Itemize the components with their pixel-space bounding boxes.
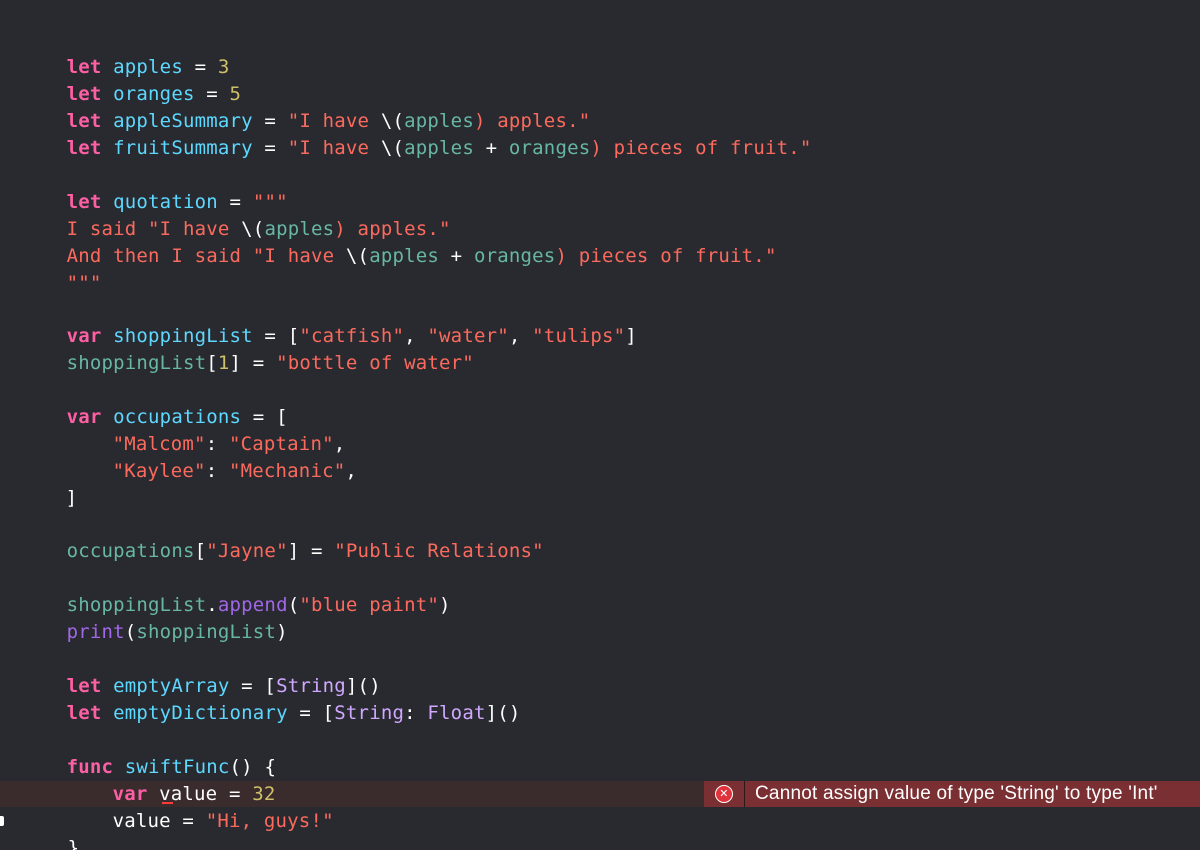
- code-line-17[interactable]: ]: [19, 458, 77, 509]
- string-token: "Mechanic": [228, 460, 346, 482]
- identifier-token: shoppingList: [136, 621, 277, 643]
- code-line-12[interactable]: shoppingList[1] = "bottle of water": [20, 323, 474, 374]
- punctuation-token: ,: [345, 460, 357, 482]
- string-token: "I have: [287, 137, 381, 159]
- punctuation-token: ](): [485, 702, 521, 724]
- identifier-token: oranges: [473, 245, 556, 267]
- punctuation-token: (: [124, 621, 137, 643]
- code-line-22[interactable]: print(shoppingList): [20, 592, 288, 643]
- interpolation-token: \(: [345, 245, 370, 267]
- code-line-28[interactable]: var value = 32: [66, 754, 276, 805]
- identifier-token: value =: [112, 810, 206, 832]
- string-token: "Jayne": [206, 540, 288, 562]
- identifier-token: shoppingList: [66, 352, 207, 374]
- type-token: String: [334, 702, 405, 724]
- code-line-1[interactable]: let apples = 3: [20, 27, 230, 78]
- punctuation-token: (: [287, 594, 300, 616]
- operator-token: = [: [287, 702, 335, 724]
- operator-token: +: [473, 137, 509, 159]
- punctuation-token: ]: [625, 325, 637, 347]
- breakpoint-marker-icon[interactable]: [0, 816, 4, 826]
- code-line-27[interactable]: func swiftFunc() {: [20, 727, 276, 778]
- code-line-7[interactable]: I said "I have \(apples) apples.": [20, 189, 451, 240]
- error-icon-container[interactable]: ✕: [704, 781, 745, 807]
- code-line-25[interactable]: let emptyDictionary = [String: Float](): [20, 673, 521, 724]
- number-token: 1: [217, 352, 230, 374]
- identifier-token: apples: [369, 245, 440, 267]
- punctuation-token: ]: [65, 487, 78, 509]
- string-token: And then I said "I have: [66, 245, 346, 267]
- identifier-token: apples: [404, 137, 474, 159]
- code-line-19[interactable]: occupations["Jayne"] = "Public Relations…: [20, 511, 544, 562]
- identifier-token: fruitSummary: [113, 137, 253, 159]
- punctuation-token: :: [404, 702, 428, 724]
- string-token: "Public Relations": [334, 540, 544, 562]
- identifier-token: emptyDictionary: [113, 702, 288, 724]
- operator-token: =: [252, 137, 288, 159]
- punctuation-token: [: [206, 352, 218, 374]
- code-line-14[interactable]: var occupations = [: [20, 377, 288, 428]
- string-token: "blue paint": [299, 594, 440, 616]
- string-token: "tulips": [532, 325, 626, 347]
- string-token: "bottle of water": [276, 352, 474, 374]
- code-line-4[interactable]: let fruitSummary = "I have \(apples + or…: [20, 108, 812, 159]
- punctuation-token: :: [205, 460, 229, 482]
- code-line-16[interactable]: "Kaylee": "Mechanic",: [66, 431, 357, 482]
- string-token: "Hi, guys!": [205, 810, 334, 832]
- error-underline: [162, 802, 173, 804]
- operator-token: +: [439, 245, 474, 267]
- code-line-2[interactable]: let oranges = 5: [20, 54, 241, 105]
- punctuation-token: ,: [508, 325, 533, 347]
- code-editor[interactable]: let apples = 3 let oranges = 5 let apple…: [0, 0, 1200, 850]
- code-line-8[interactable]: And then I said "I have \(apples + orang…: [20, 216, 777, 267]
- code-line-11[interactable]: var shoppingList = ["catfish", "water", …: [20, 296, 637, 347]
- string-token: ) pieces of fruit.": [555, 245, 777, 267]
- string-token: """: [66, 272, 102, 294]
- keyword-token: let: [66, 702, 102, 724]
- code-line-29-error[interactable]: value = "Hi, guys!": [66, 781, 334, 832]
- error-message: Cannot assign value of type 'String' to …: [755, 783, 1158, 804]
- code-line-24[interactable]: let emptyArray = [String](): [20, 646, 381, 697]
- punctuation-token: [: [194, 540, 207, 562]
- type-token: Float: [427, 702, 486, 724]
- punctuation-token: }: [67, 837, 80, 850]
- function-call-token: print: [66, 621, 125, 643]
- code-line-6[interactable]: let quotation = """: [20, 162, 288, 213]
- punctuation-token: ): [276, 621, 288, 643]
- code-line-9[interactable]: """: [20, 243, 102, 294]
- operator-token: ] =: [229, 352, 277, 374]
- identifier-token: oranges: [508, 137, 591, 159]
- keyword-token: let: [66, 137, 102, 159]
- identifier-token: occupations: [66, 540, 195, 562]
- code-line-21[interactable]: shoppingList.append("blue paint"): [20, 565, 451, 616]
- interpolation-token: \(: [380, 137, 405, 159]
- string-token: ) pieces of fruit.": [590, 137, 812, 159]
- punctuation-token: ): [439, 594, 451, 616]
- error-x-icon[interactable]: ✕: [715, 785, 733, 803]
- string-token: "Kaylee": [112, 460, 206, 482]
- operator-token: ] =: [287, 540, 335, 562]
- code-line-3[interactable]: let appleSummary = "I have \(apples) app…: [20, 81, 591, 132]
- inline-error-badge[interactable]: ✕ Cannot assign value of type 'String' t…: [704, 781, 1200, 807]
- code-line-30[interactable]: }: [21, 808, 79, 850]
- code-line-15[interactable]: "Malcom": "Captain",: [66, 404, 346, 455]
